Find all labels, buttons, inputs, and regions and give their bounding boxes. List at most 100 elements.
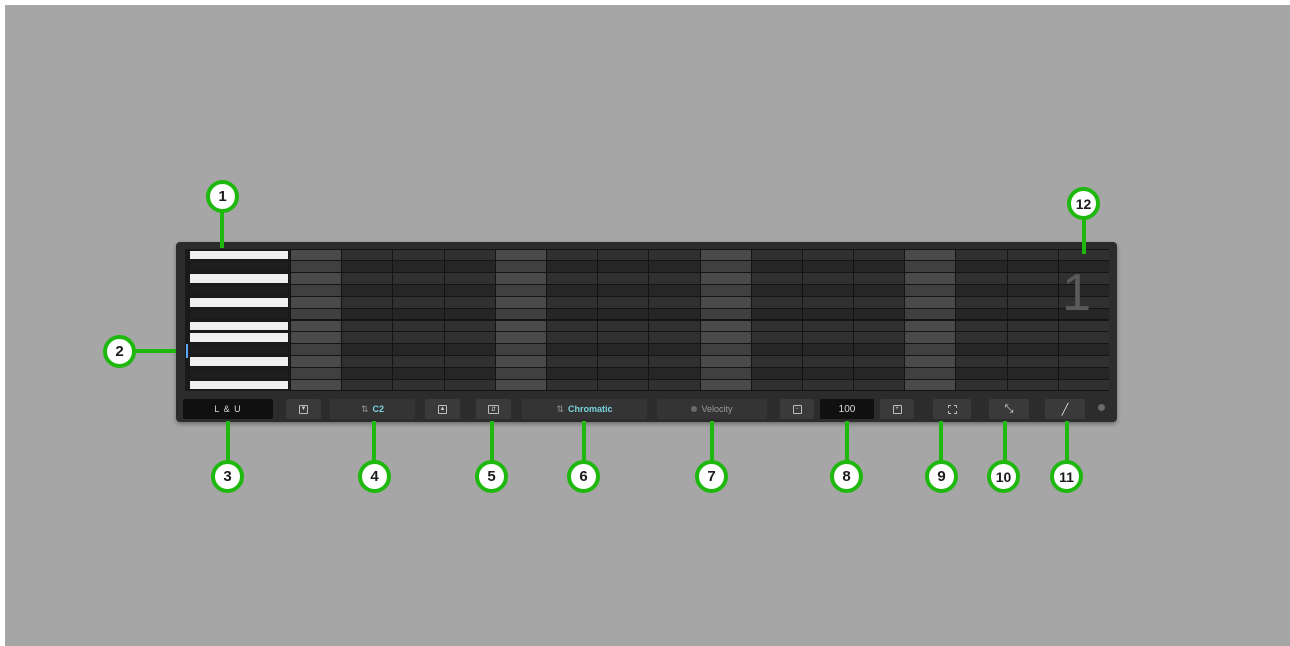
step-cell[interactable] — [649, 320, 700, 332]
scale-selector[interactable]: ⇅ Chromatic — [522, 399, 647, 419]
step-cell[interactable] — [342, 356, 393, 367]
step-cell[interactable] — [956, 356, 1007, 367]
step-cell[interactable] — [905, 320, 956, 332]
step-cell[interactable] — [598, 308, 649, 320]
step-cell[interactable] — [444, 344, 495, 355]
step-cell[interactable] — [1007, 379, 1058, 391]
step-column[interactable] — [751, 249, 802, 391]
step-cell[interactable] — [598, 296, 649, 308]
step-cell[interactable] — [700, 261, 751, 273]
step-cell[interactable] — [956, 273, 1007, 284]
step-cell[interactable] — [700, 273, 751, 284]
step-cell[interactable] — [854, 261, 905, 273]
step-cell[interactable] — [905, 273, 956, 284]
step-cell[interactable] — [598, 261, 649, 273]
step-cell[interactable] — [393, 273, 444, 284]
step-cell[interactable] — [854, 356, 905, 367]
white-key[interactable] — [190, 321, 288, 331]
step-cell[interactable] — [700, 285, 751, 296]
step-cell[interactable] — [393, 261, 444, 273]
layout-selector[interactable]: L & U — [183, 399, 273, 419]
step-cell[interactable] — [854, 367, 905, 379]
velocity-increase-button[interactable]: + — [880, 399, 914, 419]
step-cell[interactable] — [393, 344, 444, 355]
step-column[interactable] — [700, 249, 751, 391]
step-cell[interactable] — [342, 367, 393, 379]
step-cell[interactable] — [598, 356, 649, 367]
step-cell[interactable] — [598, 285, 649, 296]
step-cell[interactable] — [802, 379, 854, 391]
velocity-decrease-button[interactable]: − — [780, 399, 814, 419]
step-cell[interactable] — [802, 285, 854, 296]
step-cell[interactable] — [342, 379, 393, 391]
step-cell[interactable] — [1058, 344, 1109, 355]
step-cell[interactable] — [546, 285, 598, 296]
black-key[interactable] — [190, 368, 288, 378]
step-cell[interactable] — [802, 296, 854, 308]
step-cell[interactable] — [802, 249, 854, 261]
step-cell[interactable] — [393, 332, 444, 344]
step-cell[interactable] — [1007, 285, 1058, 296]
step-cell[interactable] — [1058, 356, 1109, 367]
step-cell[interactable] — [649, 285, 700, 296]
white-key[interactable] — [190, 274, 288, 283]
step-cell[interactable] — [956, 261, 1007, 273]
step-cell[interactable] — [546, 344, 598, 355]
step-cell[interactable] — [854, 249, 905, 261]
step-cell[interactable] — [1007, 320, 1058, 332]
step-cell[interactable] — [393, 285, 444, 296]
octave-down-button[interactable]: ▼ — [286, 399, 321, 419]
step-column[interactable] — [853, 249, 905, 391]
step-cell[interactable] — [495, 320, 546, 332]
step-cell[interactable] — [546, 261, 598, 273]
step-cell[interactable] — [495, 379, 546, 391]
step-cell[interactable] — [1007, 344, 1058, 355]
octave-up-button[interactable]: ▲ — [425, 399, 460, 419]
step-cell[interactable] — [342, 308, 393, 320]
step-column[interactable] — [495, 249, 546, 391]
step-cell[interactable] — [495, 273, 546, 284]
step-cell[interactable] — [598, 344, 649, 355]
step-cell[interactable] — [700, 296, 751, 308]
step-cell[interactable] — [751, 249, 802, 261]
step-cell[interactable] — [546, 308, 598, 320]
step-cell[interactable] — [700, 367, 751, 379]
step-cell[interactable] — [905, 308, 956, 320]
step-cell[interactable] — [342, 273, 393, 284]
step-cell[interactable] — [291, 379, 342, 391]
step-column[interactable] — [802, 249, 854, 391]
black-key[interactable] — [190, 309, 288, 319]
step-cell[interactable] — [802, 332, 854, 344]
step-cell[interactable] — [291, 356, 342, 367]
step-cell[interactable] — [1007, 296, 1058, 308]
step-cell[interactable] — [700, 379, 751, 391]
step-cell[interactable] — [393, 367, 444, 379]
step-cell[interactable] — [598, 320, 649, 332]
step-cell[interactable] — [649, 296, 700, 308]
step-column[interactable] — [392, 249, 444, 391]
step-cell[interactable] — [393, 320, 444, 332]
draw-tool-button[interactable]: ╱ — [1045, 399, 1085, 419]
step-cell[interactable] — [751, 273, 802, 284]
step-cell[interactable] — [802, 261, 854, 273]
step-column[interactable] — [546, 249, 598, 391]
step-cell[interactable] — [342, 344, 393, 355]
step-cell[interactable] — [751, 308, 802, 320]
step-cell[interactable] — [444, 379, 495, 391]
step-cell[interactable] — [854, 332, 905, 344]
step-cell[interactable] — [649, 367, 700, 379]
step-cell[interactable] — [854, 273, 905, 284]
step-cell[interactable] — [956, 285, 1007, 296]
step-cell[interactable] — [444, 261, 495, 273]
white-key[interactable] — [190, 250, 288, 260]
step-cell[interactable] — [598, 379, 649, 391]
step-cell[interactable] — [751, 367, 802, 379]
step-cell[interactable] — [854, 379, 905, 391]
fold-toggle-button[interactable]: ⇵ — [476, 399, 511, 419]
step-cell[interactable] — [342, 296, 393, 308]
step-cell[interactable] — [546, 249, 598, 261]
note-range-marker[interactable] — [186, 344, 188, 358]
step-cell[interactable] — [751, 320, 802, 332]
black-key[interactable] — [190, 345, 288, 354]
step-cell[interactable] — [291, 261, 342, 273]
